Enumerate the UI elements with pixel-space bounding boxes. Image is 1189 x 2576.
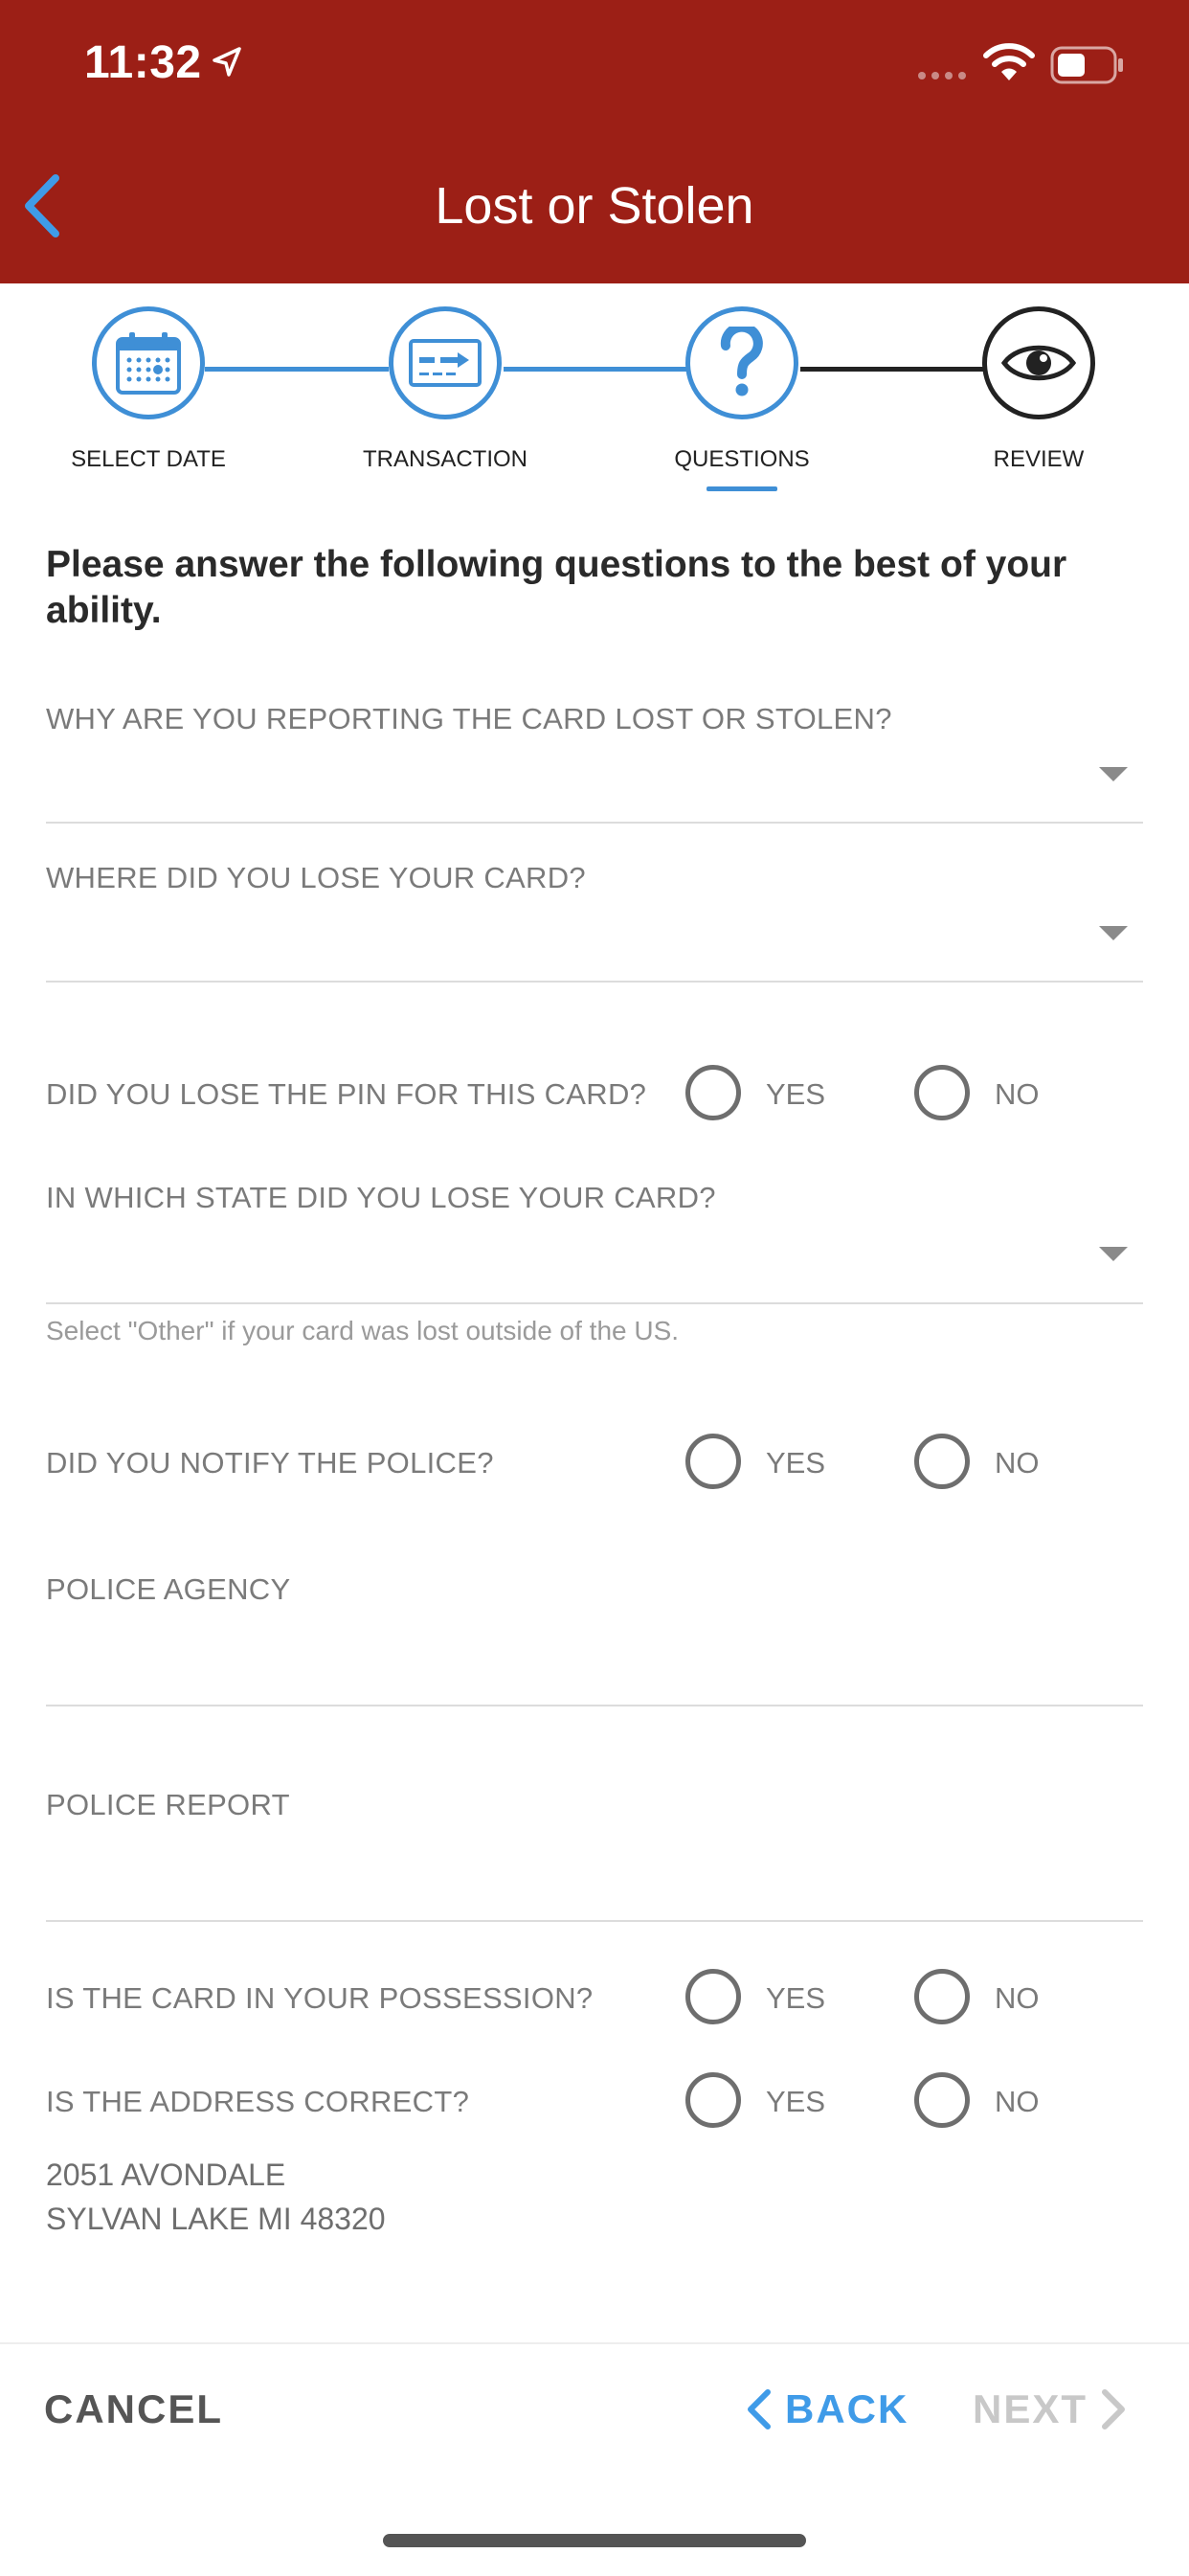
where-label: WHERE DID YOU LOSE YOUR CARD? — [46, 861, 586, 894]
address-yes-radio[interactable] — [685, 2072, 741, 2128]
page-title: Lost or Stolen — [435, 177, 754, 235]
form-intro: Please answer the following questions to… — [46, 544, 1067, 631]
possession-no-label[interactable]: NO — [995, 1981, 1040, 2016]
address-no-label[interactable]: NO — [995, 2085, 1040, 2119]
eye-icon — [1001, 345, 1076, 381]
police-no-label[interactable]: NO — [995, 1446, 1040, 1480]
next-button[interactable]: NEXT — [973, 2386, 1128, 2432]
state-helper-text: Select "Other" if your card was lost out… — [46, 1316, 680, 1345]
address-line-1: 2051 AVONDALE — [46, 2158, 286, 2192]
reason-select-underline[interactable] — [46, 822, 1143, 824]
step-connector — [504, 367, 687, 372]
report-label: POLICE REPORT — [46, 1788, 290, 1821]
app-header: 11:32 Lost or Stolen — [0, 0, 1189, 283]
step-select-date[interactable] — [92, 306, 205, 419]
pin-yes-label[interactable]: YES — [766, 1077, 825, 1112]
pin-yes-radio[interactable] — [685, 1065, 741, 1120]
state-label: IN WHICH STATE DID YOU LOSE YOUR CARD? — [46, 1181, 716, 1214]
address-correct-label: IS THE ADDRESS CORRECT? — [46, 2085, 470, 2118]
possession-label: IS THE CARD IN YOUR POSSESSION? — [46, 1981, 594, 2015]
step-label-transaction: TRANSACTION — [362, 446, 527, 472]
next-button-label: NEXT — [973, 2386, 1088, 2431]
reason-dropdown-arrow-icon[interactable] — [1099, 767, 1128, 781]
pin-no-radio[interactable] — [914, 1065, 970, 1120]
mailing-address: 2051 AVONDALE SYLVAN LAKE MI 48320 — [46, 2153, 386, 2241]
police-yes-radio[interactable] — [685, 1434, 741, 1489]
pin-label: DID YOU LOSE THE PIN FOR THIS CARD? — [46, 1077, 647, 1111]
back-button[interactable]: BACK — [745, 2386, 909, 2432]
step-label-select-date: SELECT DATE — [71, 446, 226, 472]
cellular-signal-icon — [918, 72, 966, 79]
home-indicator[interactable] — [383, 2534, 806, 2547]
address-no-radio[interactable] — [914, 2072, 970, 2128]
step-label-questions: QUESTIONS — [674, 446, 810, 472]
wifi-icon — [983, 43, 1035, 80]
location-arrow-icon — [213, 47, 241, 77]
calendar-icon — [116, 332, 181, 395]
chevron-left-icon — [748, 2389, 771, 2429]
agency-input-underline[interactable] — [46, 1705, 1143, 1706]
back-button-label: BACK — [785, 2386, 909, 2431]
battery-icon — [1050, 46, 1123, 84]
active-step-indicator — [707, 486, 777, 491]
cancel-button[interactable]: CANCEL — [44, 2386, 223, 2432]
police-no-radio[interactable] — [914, 1434, 970, 1489]
reason-label: WHY ARE YOU REPORTING THE CARD LOST OR S… — [46, 702, 892, 735]
where-select-underline[interactable] — [46, 981, 1143, 983]
step-questions[interactable] — [685, 306, 798, 419]
report-input-underline[interactable] — [46, 1920, 1143, 1922]
police-yes-label[interactable]: YES — [766, 1446, 825, 1480]
where-dropdown-arrow-icon[interactable] — [1099, 926, 1128, 940]
state-select-underline[interactable] — [46, 1302, 1143, 1304]
possession-no-radio[interactable] — [914, 1969, 970, 2024]
agency-label: POLICE AGENCY — [46, 1572, 291, 1606]
police-label: DID YOU NOTIFY THE POLICE? — [46, 1446, 494, 1480]
possession-yes-label[interactable]: YES — [766, 1981, 825, 2016]
card-transaction-icon — [409, 339, 482, 387]
question-icon — [720, 327, 763, 396]
address-yes-label[interactable]: YES — [766, 2085, 825, 2119]
step-review[interactable] — [982, 306, 1095, 419]
pin-no-label[interactable]: NO — [995, 1077, 1040, 1112]
step-connector — [800, 367, 984, 372]
possession-yes-radio[interactable] — [685, 1969, 741, 2024]
chevron-right-icon — [1102, 2389, 1126, 2429]
step-transaction[interactable] — [389, 306, 502, 419]
address-line-2: SYLVAN LAKE MI 48320 — [46, 2202, 386, 2236]
step-label-review: REVIEW — [993, 446, 1085, 472]
step-connector — [205, 367, 389, 372]
status-time: 11:32 — [84, 37, 202, 88]
progress-stepper: SELECT DATE TRANSACTION QUESTIONS REVIEW — [0, 283, 1189, 504]
state-dropdown-arrow-icon[interactable] — [1099, 1247, 1128, 1261]
